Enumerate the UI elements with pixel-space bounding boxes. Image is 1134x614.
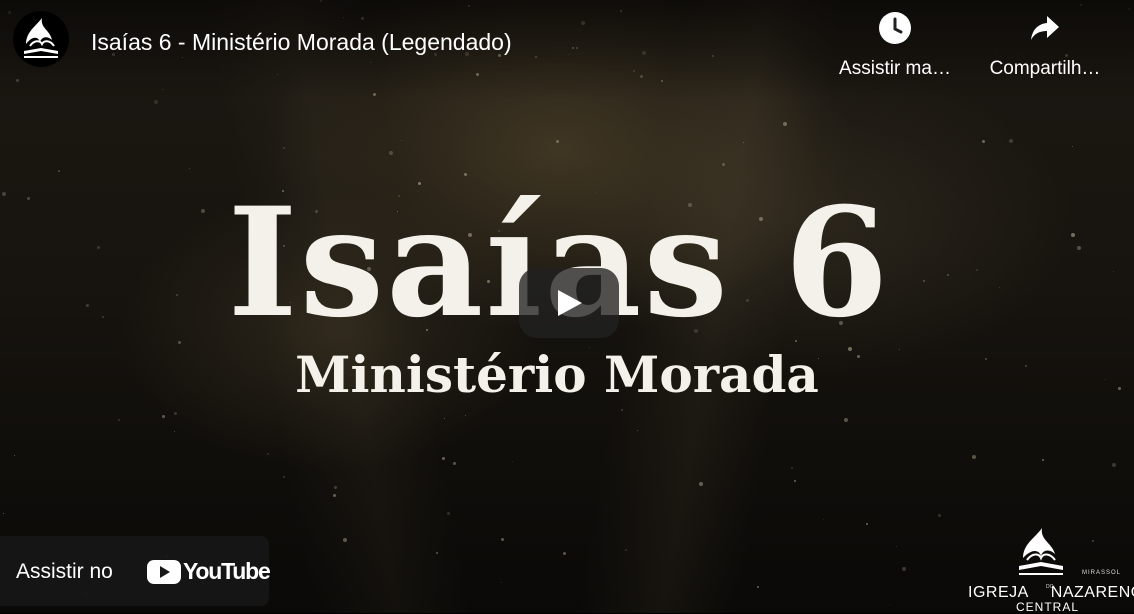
bokeh-speck [743, 142, 744, 143]
bokeh-speck [154, 100, 158, 104]
watermark-city: MIRASSOL [1082, 570, 1122, 576]
watermark-sub: CENTRAL [1016, 600, 1080, 614]
bokeh-speck [621, 409, 623, 411]
watch-later-label: Assistir ma… [839, 58, 951, 79]
bokeh-speck [896, 546, 897, 547]
bokeh-speck [844, 418, 848, 422]
bokeh-speck [938, 514, 941, 517]
bokeh-speck [174, 431, 175, 432]
watch-on-label: Assistir no [16, 560, 113, 583]
bokeh-speck [512, 461, 513, 462]
bokeh-speck [637, 430, 638, 431]
bokeh-speck [333, 494, 336, 497]
bokeh-speck [189, 168, 190, 169]
bokeh-speck [283, 476, 285, 478]
clock-icon [877, 10, 913, 46]
bokeh-speck [174, 412, 177, 415]
bokeh-speck [465, 415, 466, 416]
bokeh-speck [783, 122, 787, 126]
share-arrow-icon [1027, 10, 1063, 46]
bokeh-speck [283, 147, 285, 149]
youtube-logo-icon: YouTube [147, 558, 271, 586]
bokeh-speck [14, 455, 15, 456]
watch-on-youtube-button[interactable]: Assistir no YouTube [0, 536, 271, 606]
nazarene-flame-logo-icon [1011, 524, 1071, 580]
bokeh-speck [791, 467, 793, 469]
bokeh-speck [556, 140, 559, 143]
bokeh-speck [162, 415, 165, 418]
video-title-link[interactable]: Isaías 6 - Ministério Morada (Legendado) [91, 28, 512, 56]
bokeh-speck [757, 586, 759, 588]
bokeh-speck [972, 455, 976, 459]
share-label: Compartilh… [989, 58, 1101, 79]
watermark-do: DO [1046, 584, 1054, 590]
play-icon [558, 290, 582, 316]
bokeh-speck [823, 519, 824, 520]
bokeh-speck [447, 512, 450, 515]
bokeh-speck [889, 604, 890, 605]
bokeh-speck [1042, 459, 1044, 461]
play-button[interactable] [519, 268, 619, 338]
bokeh-speck [794, 480, 796, 482]
bokeh-speck [1009, 139, 1013, 143]
watch-later-button[interactable]: Assistir ma… [830, 10, 960, 80]
share-button[interactable]: Compartilh… [980, 10, 1110, 80]
bokeh-speck [902, 567, 906, 571]
thumbnail-title-line2: Ministério Morada [295, 345, 819, 404]
bokeh-speck [444, 418, 445, 419]
bokeh-speck [118, 419, 120, 421]
bokeh-speck [389, 151, 393, 155]
bokeh-speck [267, 453, 269, 455]
bokeh-speck [982, 140, 985, 143]
channel-logo-icon[interactable] [12, 10, 70, 68]
bokeh-speck [334, 486, 337, 489]
bokeh-speck [436, 552, 438, 554]
bokeh-speck [442, 457, 445, 460]
youtube-wordmark: YouTube [183, 558, 271, 584]
bokeh-speck [58, 170, 60, 172]
bokeh-speck [343, 538, 347, 542]
bokeh-speck [401, 140, 402, 141]
bokeh-speck [722, 163, 725, 166]
bokeh-speck [699, 482, 703, 486]
bokeh-speck [866, 523, 868, 525]
bokeh-speck [501, 538, 504, 541]
church-watermark: MIRASSOL IGREJANAZARENO DO CENTRAL [966, 524, 1134, 614]
bokeh-speck [1072, 146, 1073, 147]
bokeh-speck [3, 513, 4, 514]
bokeh-speck [625, 549, 627, 551]
bokeh-speck [453, 462, 456, 465]
bokeh-speck [1112, 463, 1116, 467]
bokeh-speck [501, 582, 502, 583]
bokeh-speck [563, 552, 566, 555]
